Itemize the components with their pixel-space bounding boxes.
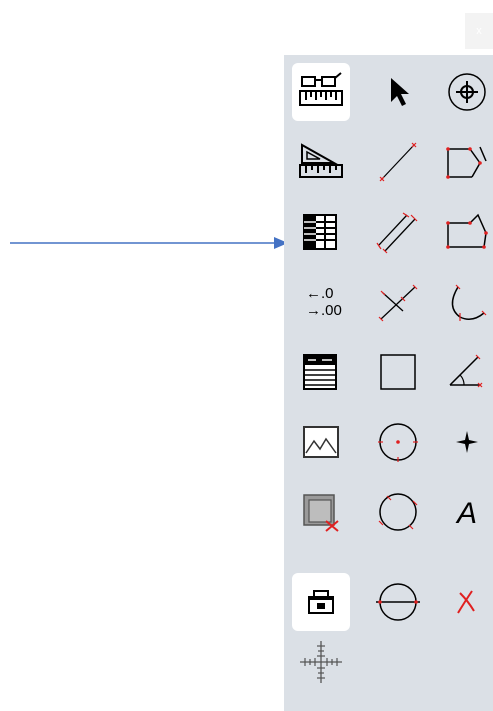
ruler-protractor-icon [299, 143, 343, 178]
tool-parallel[interactable] [369, 203, 427, 261]
rectangle-icon [380, 354, 416, 390]
svg-text:A: A [455, 497, 477, 530]
crosshair-target-icon [448, 73, 486, 111]
tool-rectangle[interactable] [369, 343, 427, 401]
tool-angle[interactable] [438, 343, 493, 401]
parallel-lines-icon [376, 212, 418, 254]
tool-layer-delete[interactable] [292, 483, 350, 541]
tool-point[interactable] [438, 413, 493, 471]
polyline-open-icon [446, 146, 487, 179]
tool-crosshair[interactable] [438, 63, 493, 121]
decimal-precision-icon: ←.0 →.00 [306, 285, 342, 319]
tool-table[interactable] [292, 203, 350, 261]
select-arrow-icon [391, 78, 409, 106]
delete-mark-icon [457, 590, 475, 614]
polygon-icon [446, 213, 488, 249]
tool-line[interactable] [369, 133, 427, 191]
tool-circle-center[interactable] [369, 413, 427, 471]
tool-decimal-precision[interactable]: ←.0 →.00 [292, 273, 350, 331]
svg-text:→.00: →.00 [306, 302, 342, 319]
tool-print[interactable] [292, 573, 350, 631]
perpendicular-line-icon [378, 284, 418, 322]
measure-glasses-ruler-icon [299, 72, 343, 106]
svg-text:←.0: ←.0 [306, 285, 334, 302]
tool-image[interactable] [292, 413, 350, 471]
circle-diameter-icon [376, 583, 420, 621]
image-icon [303, 426, 339, 458]
point-plus-icon [456, 431, 478, 453]
tool-perpendicular[interactable] [369, 273, 427, 331]
tool-ruler-protractor[interactable] [292, 133, 350, 191]
tool-measure[interactable] [292, 63, 350, 121]
text-annotation-icon: A [455, 497, 477, 530]
line-icon [379, 142, 417, 182]
tool-text-list[interactable] [292, 343, 350, 401]
tool-arc[interactable] [438, 273, 493, 331]
text-list-icon [303, 354, 337, 390]
table-grid-icon [303, 214, 337, 250]
circle-three-point-icon [378, 493, 418, 531]
tool-circle-three-point[interactable] [369, 483, 427, 541]
scale-crosshair-icon [300, 641, 342, 683]
tool-text[interactable]: A [438, 483, 493, 541]
printer-icon [308, 590, 334, 614]
tool-delete-mark[interactable] [438, 573, 493, 631]
angle-icon [449, 354, 483, 388]
tool-polygon[interactable] [438, 203, 493, 261]
circle-center-icon [378, 423, 418, 462]
tool-select[interactable] [369, 63, 427, 121]
layer-delete-icon [303, 494, 339, 532]
tool-scale[interactable] [292, 633, 350, 691]
tool-polyline[interactable] [438, 133, 493, 191]
arc-icon [451, 284, 487, 321]
tool-circle-diameter[interactable] [369, 573, 427, 631]
